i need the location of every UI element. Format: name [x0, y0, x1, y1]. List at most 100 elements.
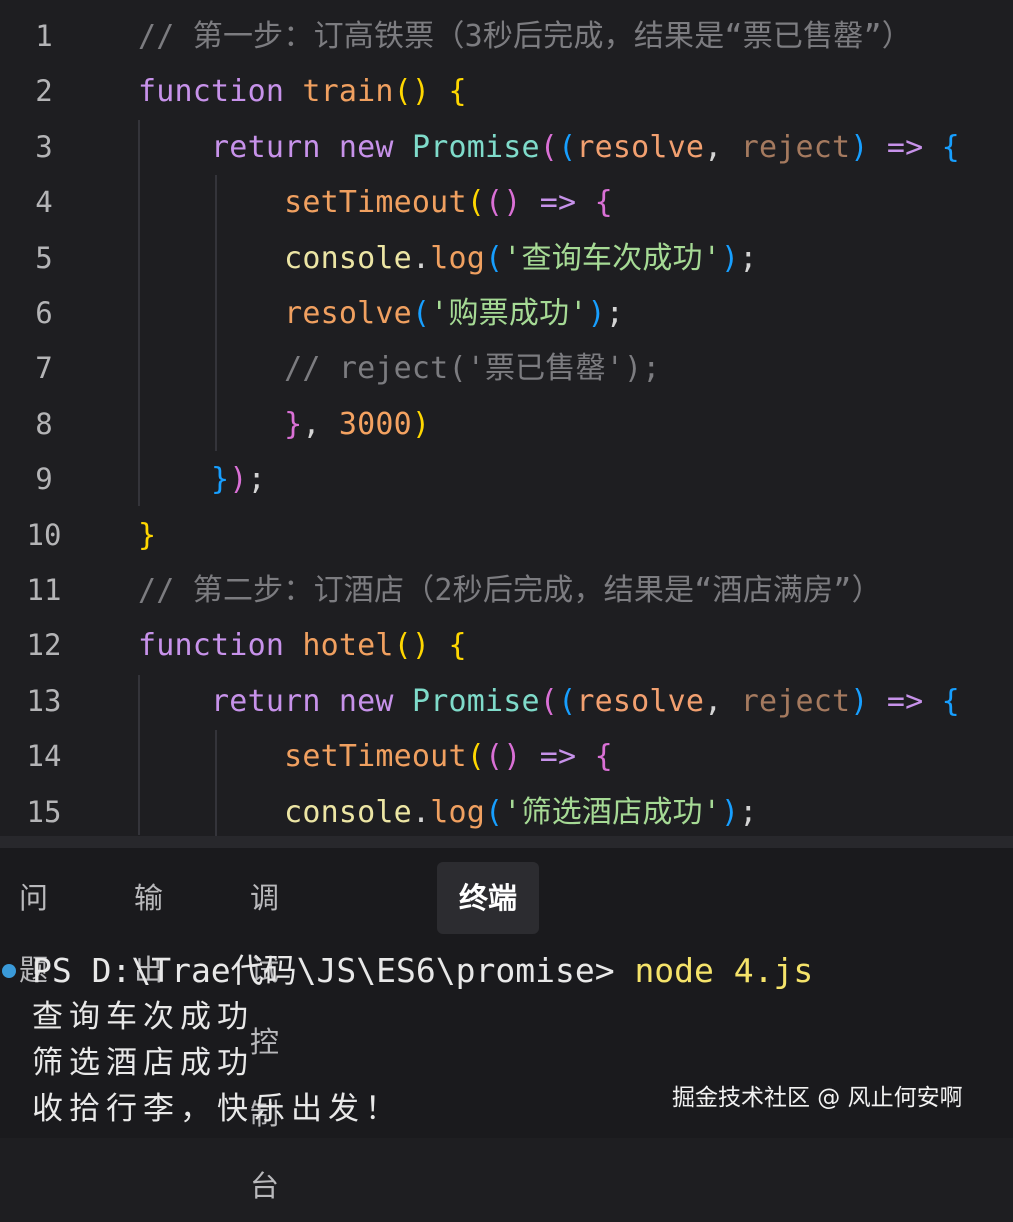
code-token: () [484, 185, 522, 221]
code-line[interactable]: 14 setTimeout(() => { [0, 729, 1013, 784]
terminal-prompt: PS D:\Trae代码\JS\ES6\promise> [32, 951, 635, 990]
terminal-output-line: 筛选酒店成功 [32, 1045, 254, 1081]
code-token: { [448, 74, 467, 110]
tab-terminal[interactable]: 终端 [437, 862, 539, 934]
code-token: { [941, 129, 960, 165]
tab-debug-console[interactable]: 调试控制台 [250, 862, 279, 1203]
code-token: resolve [576, 683, 705, 719]
code-text: function train() { [138, 64, 467, 119]
code-token: log [430, 240, 485, 276]
code-token: . [411, 240, 431, 276]
code-line[interactable]: 6 resolve('购票成功'); [0, 286, 1013, 341]
code-text: return new Promise((resolve, reject) => … [138, 120, 960, 175]
code-line[interactable]: 1 // 第一步：订高铁票（3秒后完成，结果是“票已售罄”） [0, 9, 1013, 64]
code-token: Promise [411, 683, 540, 719]
code-token: ( [558, 683, 577, 719]
code-token: setTimeout [284, 185, 467, 221]
code-token: , [704, 129, 741, 165]
code-token: hotel [302, 628, 394, 664]
code-token: ( [558, 129, 577, 165]
code-token: () [393, 74, 431, 110]
code-token: 3000 [338, 406, 412, 442]
code-token: resolve [576, 129, 705, 165]
code-token: => [539, 739, 577, 775]
code-token: ) [850, 129, 869, 165]
indent-guide [138, 675, 140, 835]
code-text: console.log('查询车次成功'); [138, 231, 758, 286]
code-token: ; [247, 462, 266, 498]
code-line[interactable]: 8 }, 3000) [0, 397, 1013, 452]
code-line[interactable]: 5 console.log('查询车次成功'); [0, 231, 1013, 286]
code-text: function hotel() { [138, 618, 467, 673]
code-token: ( [466, 739, 485, 775]
line-number: 11 [26, 573, 62, 607]
line-number: 15 [26, 794, 62, 829]
code-token: , [302, 406, 339, 442]
code-token: // 第一步：订高铁票（3秒后完成，结果是“票已售罄”） [138, 19, 912, 54]
code-token: ; [605, 296, 625, 331]
code-line[interactable]: 9 }); [0, 452, 1013, 507]
code-token: } [211, 462, 230, 498]
code-token: ( [539, 683, 559, 719]
code-line[interactable]: 7 // reject('票已售罄'); [0, 341, 1013, 396]
code-token: ) [721, 794, 740, 830]
code-token: new [338, 129, 394, 165]
code-token: () [393, 628, 431, 664]
terminal-command-line: PS D:\Trae代码\JS\ES6\promise> node 4.js [32, 948, 813, 994]
line-number: 1 [35, 19, 53, 53]
code-token: log [430, 794, 485, 830]
code-line[interactable]: 13 return new Promise((resolve, reject) … [0, 674, 1013, 729]
line-number: 6 [35, 296, 53, 330]
terminal-output-line: 查询车次成功 [32, 999, 254, 1035]
code-token: function [138, 628, 285, 664]
terminal-command: node 4.js [634, 951, 814, 990]
code-token: new [338, 683, 394, 719]
tab-output[interactable]: 输出 [134, 862, 163, 987]
code-line[interactable]: 4 setTimeout(() => { [0, 175, 1013, 230]
code-token: . [411, 794, 431, 830]
code-token: ( [466, 185, 485, 221]
code-text: return new Promise((resolve, reject) => … [138, 674, 960, 729]
code-line[interactable]: 10} [0, 508, 1013, 563]
command-status-dot-icon[interactable] [2, 964, 16, 978]
line-number: 13 [26, 683, 62, 718]
code-token: // 第二步：订酒店（2秒后完成，结果是“酒店满房”） [138, 573, 882, 608]
line-number: 2 [35, 74, 53, 109]
watermark: 掘金技术社区 @ 风止何安啊 [672, 1085, 963, 1111]
panel-divider[interactable] [0, 836, 1013, 848]
code-token: ) [721, 240, 740, 276]
code-editor[interactable]: 1 // 第一步：订高铁票（3秒后完成，结果是“票已售罄”） 2 function t… [0, 0, 1013, 836]
tab-problems[interactable]: 问题 [19, 862, 48, 987]
code-line[interactable]: 2 function train() { [0, 64, 1013, 119]
indent-guide [138, 120, 140, 506]
code-token: { [448, 628, 467, 664]
code-token: train [302, 74, 394, 110]
code-token: return [211, 129, 321, 165]
code-text: resolve('购票成功'); [138, 286, 624, 341]
code-token: { [941, 683, 960, 719]
line-number: 5 [35, 240, 53, 275]
code-token: reject [740, 129, 851, 165]
code-token: ; [739, 240, 758, 276]
code-line[interactable]: 15 console.log('筛选酒店成功'); [0, 785, 1013, 836]
line-number: 8 [35, 406, 53, 441]
code-line[interactable]: 3 return new Promise((resolve, reject) =… [0, 120, 1013, 175]
code-text: }); [138, 452, 266, 507]
line-number: 10 [26, 517, 62, 552]
line-number: 9 [35, 462, 53, 497]
code-line[interactable]: 12 function hotel() { [0, 618, 1013, 673]
code-token: '查询车次成功' [503, 240, 721, 276]
code-token: , [704, 683, 741, 719]
code-line[interactable]: 11 // 第二步：订酒店（2秒后完成，结果是“酒店满房”） [0, 563, 1013, 618]
